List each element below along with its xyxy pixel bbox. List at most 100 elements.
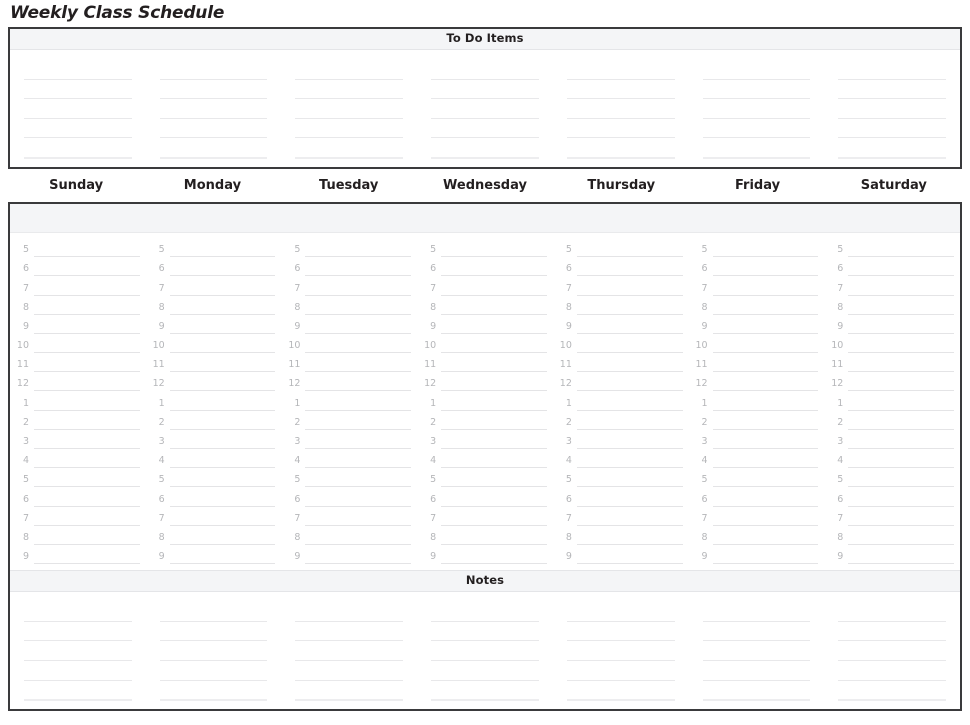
todo-item-write-line[interactable] bbox=[159, 80, 268, 100]
schedule-hour-row[interactable]: 10 bbox=[283, 334, 412, 354]
hour-entry-line[interactable] bbox=[712, 410, 819, 430]
schedule-hour-row[interactable]: 6 bbox=[555, 486, 683, 507]
hour-entry-line[interactable] bbox=[305, 390, 412, 411]
schedule-hour-row[interactable]: 1 bbox=[691, 391, 819, 411]
note-write-line[interactable] bbox=[159, 622, 268, 642]
schedule-hour-row[interactable]: 8 bbox=[148, 526, 276, 545]
hour-entry-line[interactable] bbox=[441, 544, 547, 565]
hour-entry-line[interactable] bbox=[576, 237, 683, 258]
schedule-hour-row[interactable]: 4 bbox=[826, 448, 955, 469]
hour-entry-line[interactable] bbox=[848, 314, 955, 334]
schedule-hour-row[interactable]: 5 bbox=[148, 468, 276, 488]
hour-entry-line[interactable] bbox=[712, 256, 819, 277]
hour-entry-line[interactable] bbox=[441, 256, 547, 277]
hour-entry-line[interactable] bbox=[712, 371, 819, 392]
hour-entry-line[interactable] bbox=[34, 486, 140, 507]
hour-entry-line[interactable] bbox=[305, 314, 412, 334]
todo-item-write-line[interactable] bbox=[24, 119, 132, 139]
note-write-line[interactable] bbox=[566, 622, 675, 642]
note-write-line[interactable] bbox=[566, 661, 675, 681]
schedule-hour-row[interactable]: 8 bbox=[555, 526, 683, 545]
schedule-hour-row[interactable]: 9 bbox=[12, 545, 140, 565]
schedule-hour-row[interactable]: 12 bbox=[12, 372, 140, 392]
schedule-hour-row[interactable]: 6 bbox=[283, 257, 412, 277]
note-write-line[interactable] bbox=[159, 681, 268, 702]
schedule-hour-row[interactable]: 9 bbox=[148, 315, 276, 334]
note-write-line[interactable] bbox=[159, 661, 268, 681]
todo-item-write-line[interactable] bbox=[838, 138, 947, 159]
hour-entry-line[interactable] bbox=[305, 448, 412, 469]
schedule-hour-row[interactable]: 11 bbox=[283, 353, 412, 373]
schedule-hour-row[interactable]: 9 bbox=[691, 315, 819, 334]
hour-entry-line[interactable] bbox=[169, 371, 276, 392]
hour-entry-line[interactable] bbox=[576, 295, 683, 315]
hour-entry-line[interactable] bbox=[169, 275, 276, 296]
hour-entry-line[interactable] bbox=[576, 486, 683, 507]
schedule-hour-row[interactable]: 7 bbox=[555, 276, 683, 296]
note-write-line[interactable] bbox=[838, 661, 947, 681]
hour-entry-line[interactable] bbox=[848, 544, 955, 565]
hour-entry-line[interactable] bbox=[848, 237, 955, 258]
note-write-line[interactable] bbox=[431, 661, 539, 681]
note-write-line[interactable] bbox=[24, 641, 132, 661]
note-column[interactable] bbox=[689, 602, 825, 702]
schedule-hour-row[interactable]: 9 bbox=[283, 544, 412, 565]
todo-item-write-line[interactable] bbox=[295, 99, 404, 119]
schedule-hour-row[interactable]: 7 bbox=[419, 276, 547, 296]
todo-item-write-line[interactable] bbox=[431, 119, 539, 139]
hour-entry-line[interactable] bbox=[441, 314, 547, 334]
todo-item-write-line[interactable] bbox=[159, 99, 268, 119]
schedule-hour-row[interactable]: 11 bbox=[148, 352, 276, 373]
hour-entry-line[interactable] bbox=[441, 333, 547, 354]
hour-entry-line[interactable] bbox=[576, 390, 683, 411]
hour-entry-line[interactable] bbox=[712, 525, 819, 545]
schedule-hour-row[interactable]: 12 bbox=[283, 371, 412, 392]
schedule-hour-row[interactable]: 12 bbox=[419, 372, 547, 392]
schedule-hour-row[interactable]: 5 bbox=[691, 238, 819, 258]
hour-entry-line[interactable] bbox=[34, 410, 140, 430]
schedule-hour-row[interactable]: 7 bbox=[148, 507, 276, 526]
schedule-hour-row[interactable]: 11 bbox=[555, 353, 683, 373]
hour-entry-line[interactable] bbox=[441, 352, 547, 373]
hour-entry-line[interactable] bbox=[169, 352, 276, 373]
hour-entry-line[interactable] bbox=[305, 237, 412, 258]
hour-entry-line[interactable] bbox=[848, 410, 955, 430]
hour-entry-line[interactable] bbox=[305, 371, 412, 392]
schedule-hour-row[interactable]: 3 bbox=[419, 429, 547, 450]
hour-entry-line[interactable] bbox=[848, 448, 955, 469]
schedule-hour-row[interactable]: 6 bbox=[148, 487, 276, 507]
schedule-hour-row[interactable]: 6 bbox=[826, 487, 955, 507]
schedule-hour-row[interactable]: 5 bbox=[283, 468, 412, 488]
schedule-hour-row[interactable]: 2 bbox=[283, 411, 412, 430]
schedule-hour-row[interactable]: 6 bbox=[12, 257, 140, 277]
hour-entry-line[interactable] bbox=[441, 429, 547, 450]
hour-entry-line[interactable] bbox=[576, 333, 683, 354]
note-write-line[interactable] bbox=[838, 641, 947, 661]
hour-entry-line[interactable] bbox=[34, 525, 140, 545]
hour-entry-line[interactable] bbox=[169, 390, 276, 411]
schedule-hour-row[interactable]: 1 bbox=[283, 390, 412, 411]
schedule-hour-row[interactable]: 8 bbox=[148, 296, 276, 315]
hour-entry-line[interactable] bbox=[305, 544, 412, 565]
hour-entry-line[interactable] bbox=[169, 544, 276, 565]
schedule-hour-row[interactable]: 5 bbox=[826, 237, 955, 258]
hour-entry-line[interactable] bbox=[576, 314, 683, 334]
schedule-hour-row[interactable]: 3 bbox=[555, 429, 683, 450]
hour-entry-line[interactable] bbox=[848, 275, 955, 296]
schedule-hour-row[interactable]: 10 bbox=[12, 334, 140, 354]
note-write-line[interactable] bbox=[159, 641, 268, 661]
hour-entry-line[interactable] bbox=[441, 506, 547, 526]
note-write-line[interactable] bbox=[838, 681, 947, 702]
hour-entry-line[interactable] bbox=[169, 429, 276, 450]
schedule-hour-row[interactable]: 7 bbox=[419, 507, 547, 526]
hour-entry-line[interactable] bbox=[441, 525, 547, 545]
todo-item-write-line[interactable] bbox=[24, 99, 132, 119]
note-write-line[interactable] bbox=[431, 622, 539, 642]
hour-entry-line[interactable] bbox=[34, 314, 140, 334]
todo-item-write-line[interactable] bbox=[838, 119, 947, 139]
hour-entry-line[interactable] bbox=[576, 429, 683, 450]
hour-entry-line[interactable] bbox=[848, 333, 955, 354]
hour-entry-line[interactable] bbox=[34, 352, 140, 373]
note-write-line[interactable] bbox=[24, 602, 132, 622]
hour-entry-line[interactable] bbox=[34, 429, 140, 450]
